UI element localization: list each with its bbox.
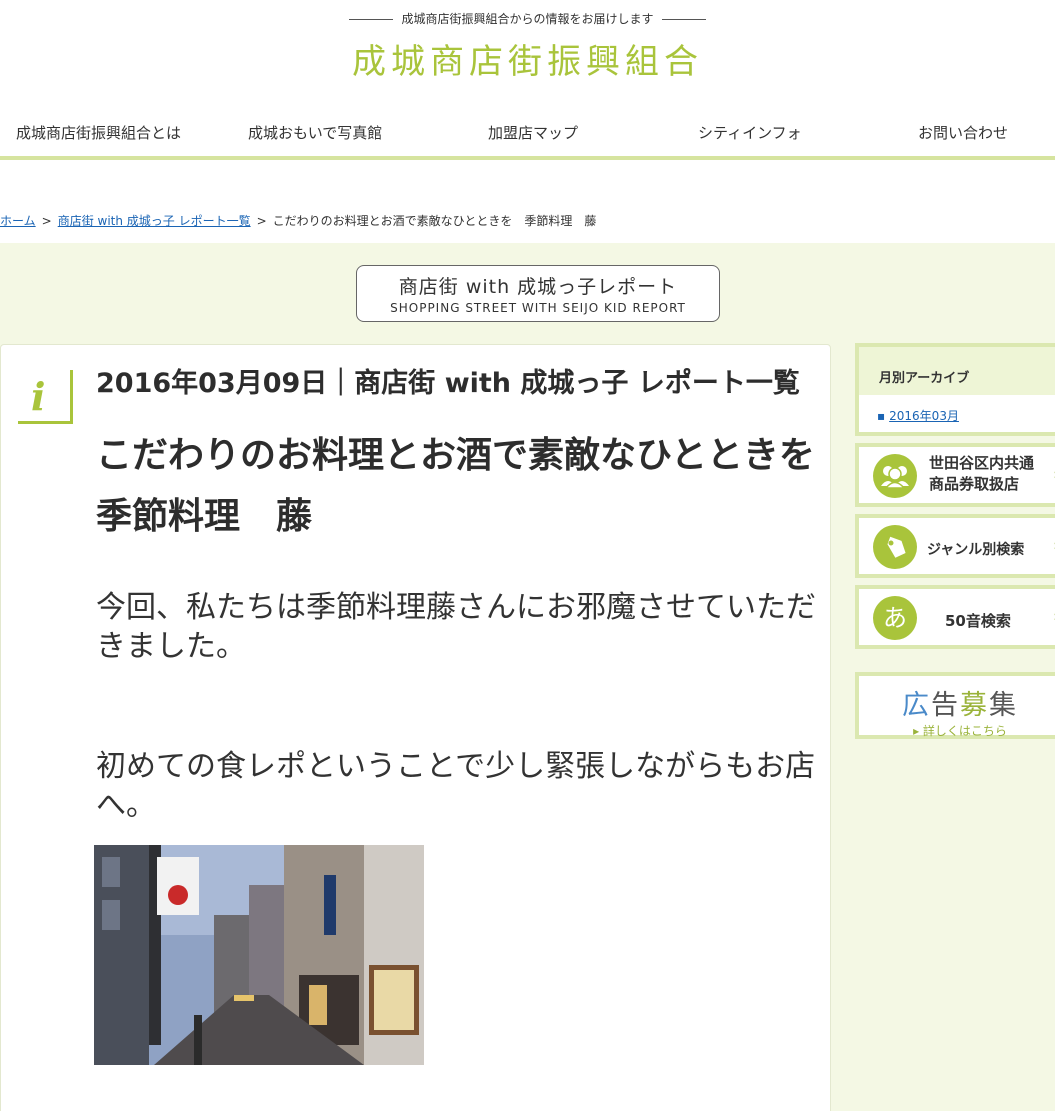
global-nav: 成城商店街振興組合とは 成城おもいで写真館 加盟店マップ シティインフォ お問い…	[0, 112, 1055, 158]
breadcrumb: ホーム > 商店街 with 成城っ子 レポート一覧 > こだわりのお料理とお酒で素敵な…	[0, 212, 596, 229]
post-title: こだわりのお料理とお酒で素敵なひとときを 季節料理 藤	[96, 435, 851, 537]
nav-item-shop-map[interactable]: 加盟店マップ	[488, 122, 578, 143]
kana-search-label: 50音検索	[945, 612, 1011, 630]
tagline-rule-left	[349, 19, 394, 20]
archive-heading: 月別アーカイブ	[859, 347, 1055, 395]
nav-item-city-info[interactable]: シティインフォ	[698, 122, 802, 143]
ad-details-link[interactable]: ▸ 詳しくはこちら	[859, 722, 1055, 739]
voucher-label-line1: 世田谷区内共通	[929, 454, 1035, 472]
people-icon	[873, 454, 917, 498]
genre-search-label: ジャンル別検索	[927, 542, 1025, 558]
breadcrumb-list-link[interactable]: 商店街 with 成城っ子 レポート一覧	[58, 214, 251, 228]
post-meta: 2016年03月09日｜商店街 with 成城っ子 レポート一覧	[96, 368, 800, 399]
genre-search-button[interactable]: ジャンル別検索 ›	[855, 514, 1055, 578]
breadcrumb-current: こだわりのお料理とお酒で素敵なひとときを 季節料理 藤	[272, 214, 597, 228]
info-icon-glyph: i	[31, 374, 46, 419]
site-tagline: 成城商店街振興組合からの情報をお届けします	[0, 10, 1055, 27]
report-banner-title: 商店街 with 成城っ子レポート	[398, 276, 678, 298]
archive-link-2016-03[interactable]: 2016年03月	[889, 409, 959, 423]
ad-title-char: 広	[902, 690, 931, 721]
ad-title-char: 告	[931, 690, 960, 721]
report-banner: 商店街 with 成城っ子レポート SHOPPING STREET WITH S…	[356, 265, 720, 322]
info-icon-frame	[18, 370, 73, 424]
nav-item-contact[interactable]: お問い合わせ	[918, 122, 1008, 143]
nav-item-photo-gallery[interactable]: 成城おもいで写真館	[248, 122, 382, 143]
voucher-shops-button[interactable]: 世田谷区内共通 商品券取扱店 ›	[855, 443, 1055, 507]
article-paragraph: 今回、私たちは季節料理藤さんにお邪魔させていただきました。	[96, 590, 816, 664]
hiragana-a-glyph: あ	[883, 604, 907, 632]
ad-title-char: 集	[989, 690, 1018, 721]
nav-item-about[interactable]: 成城商店街振興組合とは	[16, 122, 181, 143]
breadcrumb-home-link[interactable]: ホーム	[0, 214, 36, 228]
ad-title: 広告募集	[859, 683, 1055, 722]
hiragana-a-icon: あ	[873, 596, 917, 640]
article-paragraph: 初めての食レポということで少し緊張しながらもお店へ。	[96, 749, 816, 823]
ad-recruitment-banner[interactable]: 広告募集 ▸ 詳しくはこちら	[855, 672, 1055, 739]
ad-title-char: 募	[960, 690, 989, 721]
nav-underline	[0, 156, 1055, 160]
voucher-label: 世田谷区内共通 商品券取扱店	[929, 453, 1034, 495]
tagline-rule-right	[661, 19, 706, 20]
tagline-text: 成城商店街振興組合からの情報をお届けします	[401, 12, 654, 26]
tag-icon	[873, 525, 917, 569]
info-icon: i	[18, 370, 73, 424]
archive-item: ▪ 2016年03月	[877, 407, 1055, 424]
breadcrumb-separator: >	[256, 214, 267, 228]
breadcrumb-separator: >	[41, 214, 52, 228]
monthly-archive: 月別アーカイブ ▪ 2016年03月	[855, 343, 1055, 436]
site-title[interactable]: 成城商店街振興組合	[0, 34, 1055, 83]
bullet-icon: ▪	[877, 409, 886, 423]
voucher-label-line2: 商品券取扱店	[929, 475, 1020, 493]
street-photo	[94, 845, 424, 1065]
report-banner-subtitle: SHOPPING STREET WITH SEIJO KID REPORT	[390, 301, 686, 315]
kana-search-button[interactable]: あ 50音検索 ›	[855, 585, 1055, 649]
